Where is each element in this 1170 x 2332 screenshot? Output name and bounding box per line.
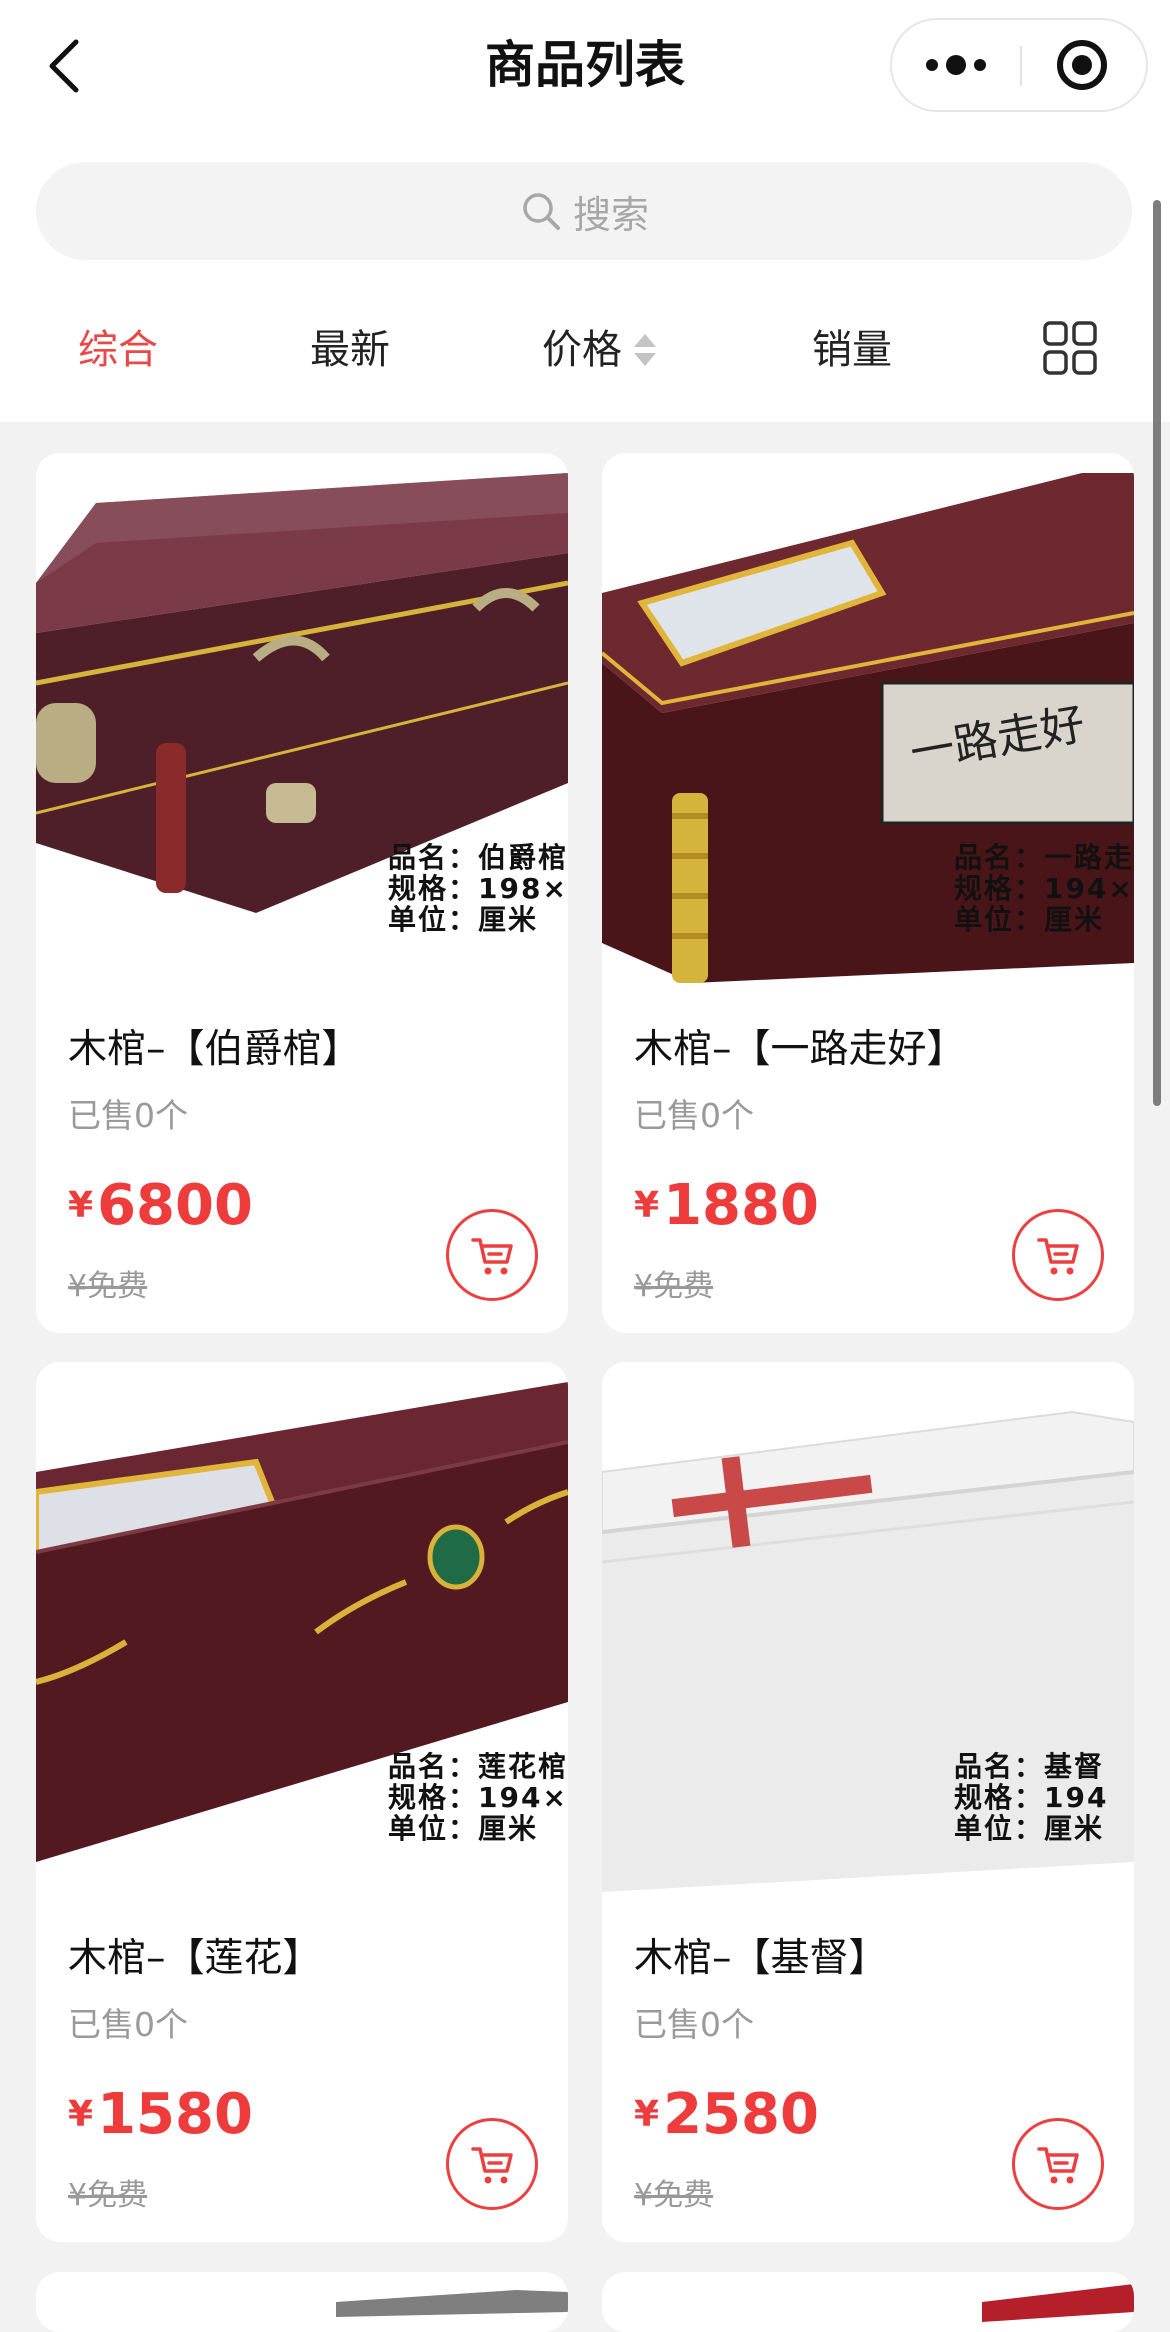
caption-line: 单位：厘米 [954,1812,1105,1845]
search-icon [523,193,560,230]
product-image[interactable] [36,2272,568,2332]
caption-line: 品名：基督 [954,1750,1105,1783]
cart-icon [471,2147,513,2184]
product-card[interactable]: 品名：伯爵棺 规格：198×6 单位：厘米 木棺–【伯爵棺】 已售0个 ¥680… [36,453,568,1333]
product-image[interactable]: 品名：伯爵棺 规格：198×6 单位：厘米 [36,453,568,985]
caption-line: 规格：198×6 [388,872,568,905]
image-caption: 品名：莲花棺 规格：194×5 单位：厘米 [388,1751,568,1844]
product-name[interactable]: 木棺–【莲花】 [68,1927,322,1983]
product-image[interactable]: 品名：基督 规格：194 单位：厘米 [602,1362,1134,1894]
image-caption: 品名：一路走 规格：194×5 单位：厘米 [954,842,1134,935]
product-image[interactable]: 品名：莲花棺 规格：194×5 单位：厘米 [36,1362,568,1894]
product-name[interactable]: 木棺–【基督】 [634,1927,888,1983]
product-image[interactable]: 一路走好 品名：一路走 规格：194×5 单位：厘米 [602,453,1134,985]
cart-icon [1037,2147,1079,2184]
add-to-cart-button[interactable] [446,2118,538,2210]
search-placeholder: 搜索 [572,192,649,237]
product-price: ¥1880 [634,1173,819,1238]
caption-line: 单位：厘米 [954,903,1105,936]
cart-icon [1037,1238,1079,1275]
product-image[interactable] [602,2272,1134,2332]
caption-line: 规格：194 [954,1781,1109,1814]
price-amount: 1580 [97,2082,253,2147]
add-to-cart-button[interactable] [1012,1209,1104,1301]
sold-count: 已售0个 [68,1096,188,1135]
product-price: ¥6800 [68,1173,253,1238]
add-to-cart-button[interactable] [446,1209,538,1301]
currency-symbol: ¥ [68,2094,94,2135]
add-to-cart-button[interactable] [1012,2118,1104,2210]
tab-comprehensive[interactable]: 综合 [78,290,158,410]
price-amount: 6800 [97,1173,253,1238]
sort-arrows-icon[interactable] [632,330,658,370]
scrollbar[interactable] [1153,200,1161,1106]
grid-view-icon[interactable] [1040,318,1100,378]
tab-price[interactable]: 价格 [542,290,622,410]
caption-line: 规格：194×5 [954,872,1134,905]
caption-line: 单位：厘米 [388,903,539,936]
currency-symbol: ¥ [634,2094,660,2135]
product-card[interactable]: 品名：基督 规格：194 单位：厘米 木棺–【基督】 已售0个 ¥2580 ¥免… [602,1362,1134,2242]
caption-line: 品名：莲花棺 [388,1750,568,1783]
original-price: ¥免费 [68,1269,148,1304]
search-input[interactable]: 搜索 [36,162,1132,260]
currency-symbol: ¥ [68,1185,94,1226]
currency-symbol: ¥ [634,1185,660,1226]
image-caption: 品名：伯爵棺 规格：198×6 单位：厘米 [388,842,568,935]
target-icon [1057,40,1107,90]
sold-count: 已售0个 [634,1096,754,1135]
more-dots-icon [926,55,986,75]
navigation-bar: 商品列表 [0,0,1170,140]
product-card-partial[interactable] [36,2272,568,2332]
product-name[interactable]: 木棺–【伯爵棺】 [68,1018,361,1074]
cart-icon [471,1238,513,1275]
original-price: ¥免费 [634,1269,714,1304]
product-price: ¥2580 [634,2082,819,2147]
product-card[interactable]: 品名：莲花棺 规格：194×5 单位：厘米 木棺–【莲花】 已售0个 ¥1580… [36,1362,568,2242]
product-name[interactable]: 木棺–【一路走好】 [634,1018,966,1074]
tab-newest[interactable]: 最新 [310,290,390,410]
product-price: ¥1580 [68,2082,253,2147]
caption-line: 品名：一路走 [954,841,1134,874]
product-card-partial[interactable] [602,2272,1134,2332]
price-amount: 2580 [663,2082,819,2147]
mini-program-capsule [890,18,1148,112]
close-miniprogram-button[interactable] [1022,20,1146,110]
caption-line: 单位：厘米 [388,1812,539,1845]
tab-sales[interactable]: 销量 [812,290,892,410]
original-price: ¥免费 [634,2178,714,2213]
more-button[interactable] [892,20,1020,110]
original-price: ¥免费 [68,2178,148,2213]
sold-count: 已售0个 [634,2005,754,2044]
sort-tabs: 综合 最新 价格 销量 [0,290,1170,422]
product-card[interactable]: 一路走好 品名：一路走 规格：194×5 单位：厘米 木棺–【一路走好】 已售0… [602,453,1134,1333]
caption-line: 品名：伯爵棺 [388,841,568,874]
image-caption: 品名：基督 规格：194 单位：厘米 [954,1751,1134,1844]
caption-line: 规格：194×5 [388,1781,568,1814]
search-area: 搜索 [0,140,1170,290]
sold-count: 已售0个 [68,2005,188,2044]
price-amount: 1880 [663,1173,819,1238]
